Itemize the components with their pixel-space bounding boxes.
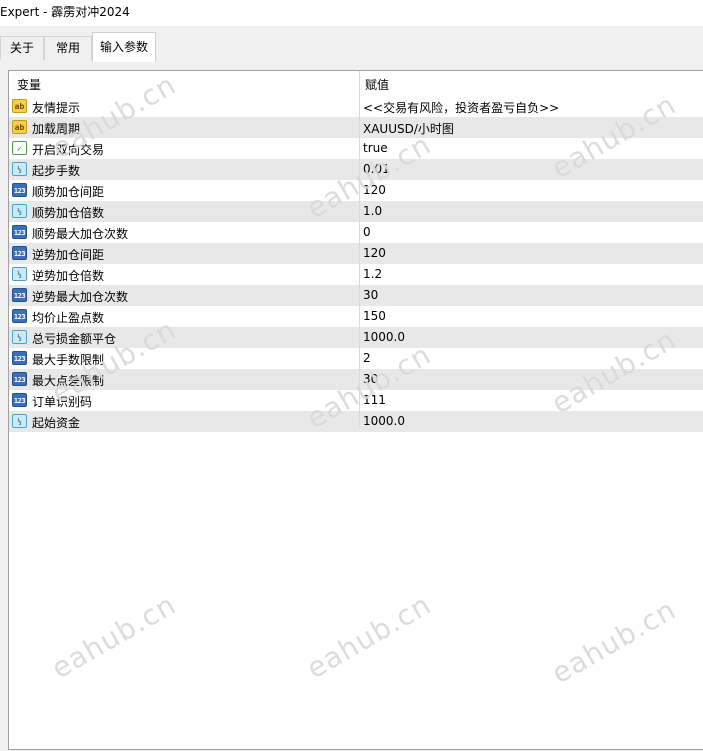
header-variable[interactable]: 变量 (17, 76, 41, 93)
parameter-name: 顺势加仓倍数 (32, 206, 105, 220)
table-row[interactable]: ½ 逆势加仓倍数 1.2 (9, 264, 703, 285)
integer-type-icon: 123 (12, 351, 27, 365)
column-divider[interactable] (359, 71, 360, 427)
double-type-icon: ½ (12, 414, 27, 428)
table-row[interactable]: 123 订单识别码 111 (9, 390, 703, 411)
table-row[interactable]: 123 顺势加仓间距 120 (9, 180, 703, 201)
parameter-name: 加载周期 (32, 122, 81, 136)
parameter-value[interactable]: 0.01 (363, 162, 390, 176)
parameter-name: 逆势加仓间距 (32, 248, 105, 262)
parameter-name: 最大手数限制 (32, 353, 105, 367)
tab-common[interactable]: 常用 (44, 36, 92, 60)
parameter-name: 总亏损金额平仓 (32, 332, 117, 346)
grid-header: 变量 赋值 (9, 71, 703, 95)
double-type-icon: ½ (12, 204, 27, 218)
double-type-icon: ½ (12, 267, 27, 281)
table-row[interactable]: 123 最大点差限制 30 (9, 369, 703, 390)
parameter-value[interactable]: 1.0 (363, 204, 382, 218)
table-row[interactable]: 123 最大手数限制 2 (9, 348, 703, 369)
parameter-name: 起步手数 (32, 164, 81, 178)
integer-type-icon: 123 (12, 183, 27, 197)
table-row[interactable]: ab 加载周期 XAUUSD/小时图 (9, 117, 703, 138)
parameter-name: 逆势加仓倍数 (32, 269, 105, 283)
table-row[interactable]: ½ 顺势加仓倍数 1.0 (9, 201, 703, 222)
parameter-name: 顺势最大加仓次数 (32, 227, 129, 241)
double-type-icon: ½ (12, 162, 27, 176)
table-row[interactable]: ½ 起始资金 1000.0 (9, 411, 703, 432)
parameter-value[interactable]: 120 (363, 246, 386, 260)
double-type-icon: ½ (12, 330, 27, 344)
header-value[interactable]: 赋值 (365, 76, 389, 93)
integer-type-icon: 123 (12, 288, 27, 302)
parameter-value[interactable]: <<交易有风险，投资者盈亏自负>> (363, 99, 559, 116)
tab-inputs[interactable]: 输入参数 (92, 32, 156, 62)
content-frame: 变量 赋值 ab 友情提示 <<交易有风险，投资者盈亏自负>> ab 加载周期 XAUUS… (0, 62, 703, 751)
tab-common-label: 常用 (55, 41, 80, 55)
parameter-value[interactable]: 1.2 (363, 267, 382, 281)
parameters-grid: 变量 赋值 ab 友情提示 <<交易有风险，投资者盈亏自负>> ab 加载周期 XAUUS… (8, 70, 703, 750)
integer-type-icon: 123 (12, 225, 27, 239)
tab-about-label: 关于 (9, 41, 34, 55)
parameter-name: 友情提示 (32, 101, 81, 115)
parameter-name: 起始资金 (32, 416, 81, 430)
parameter-name: 顺势加仓间距 (32, 185, 105, 199)
parameter-value[interactable]: 2 (363, 351, 371, 365)
parameter-value[interactable]: 30 (363, 288, 378, 302)
parameter-value[interactable]: 1000.0 (363, 414, 405, 428)
table-row[interactable]: 123 逆势加仓间距 120 (9, 243, 703, 264)
text-type-icon: ab (12, 120, 27, 134)
integer-type-icon: 123 (12, 309, 27, 323)
parameter-value[interactable]: 30 (363, 372, 378, 386)
table-row[interactable]: 123 逆势最大加仓次数 30 (9, 285, 703, 306)
parameter-name: 均价止盈点数 (32, 311, 105, 325)
parameter-name: 逆势最大加仓次数 (32, 290, 129, 304)
tab-about[interactable]: 关于 (0, 36, 44, 60)
parameter-value[interactable]: 120 (363, 183, 386, 197)
table-row[interactable]: ✓ 开启双向交易 true (9, 138, 703, 159)
parameter-value[interactable]: 111 (363, 393, 386, 407)
tab-inputs-label: 输入参数 (99, 40, 148, 54)
integer-type-icon: 123 (12, 372, 27, 386)
parameter-value[interactable]: 150 (363, 309, 386, 323)
integer-type-icon: 123 (12, 393, 27, 407)
parameter-name: 订单识别码 (32, 395, 93, 409)
text-type-icon: ab (12, 99, 27, 113)
parameter-value[interactable]: 0 (363, 225, 371, 239)
parameter-name: 最大点差限制 (32, 374, 105, 388)
parameter-value[interactable]: true (363, 141, 388, 155)
boolean-type-icon: ✓ (12, 141, 27, 155)
integer-type-icon: 123 (12, 246, 27, 260)
parameter-name: 开启双向交易 (32, 143, 105, 157)
table-row[interactable]: 123 顺势最大加仓次数 0 (9, 222, 703, 243)
table-row[interactable]: ab 友情提示 <<交易有风险，投资者盈亏自负>> (9, 96, 703, 117)
parameter-value[interactable]: 1000.0 (363, 330, 405, 344)
table-row[interactable]: ½ 起步手数 0.01 (9, 159, 703, 180)
table-row[interactable]: 123 均价止盈点数 150 (9, 306, 703, 327)
window-title: Expert - 霹雳对冲2024 (0, 0, 703, 26)
parameter-value[interactable]: XAUUSD/小时图 (363, 120, 454, 137)
table-row[interactable]: ½ 总亏损金额平仓 1000.0 (9, 327, 703, 348)
tab-strip: 关于 常用 输入参数 (0, 26, 703, 62)
